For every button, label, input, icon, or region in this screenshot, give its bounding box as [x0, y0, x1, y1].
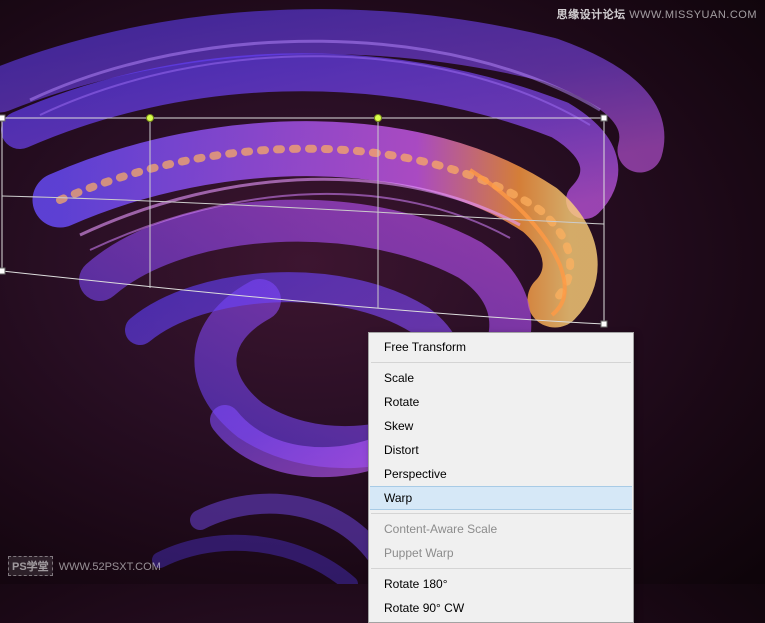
- menu-rotate-90-cw[interactable]: Rotate 90° CW: [370, 596, 632, 620]
- transform-handle-bl[interactable]: [0, 268, 6, 275]
- menu-distort[interactable]: Distort: [370, 438, 632, 462]
- watermark-brand: 思缘设计论坛: [557, 9, 626, 21]
- transform-handle-tr[interactable]: [601, 115, 608, 122]
- menu-rotate-180[interactable]: Rotate 180°: [370, 572, 632, 596]
- menu-scale[interactable]: Scale: [370, 366, 632, 390]
- menu-content-aware-scale: Content-Aware Scale: [370, 517, 632, 541]
- transform-handle-tl[interactable]: [0, 115, 6, 122]
- watermark-bottom-left: PS学堂 WWW.52PSXT.COM: [8, 556, 161, 576]
- watermark-url: WWW.MISSYUAN.COM: [629, 9, 757, 21]
- menu-warp[interactable]: Warp: [370, 486, 632, 510]
- warp-anchor-1[interactable]: [146, 114, 154, 122]
- transform-context-menu: Free Transform Scale Rotate Skew Distort…: [368, 332, 634, 623]
- menu-puppet-warp: Puppet Warp: [370, 541, 632, 565]
- watermark-brand-box: PS学堂: [8, 556, 53, 576]
- menu-separator: [371, 362, 631, 363]
- warp-anchor-2[interactable]: [374, 114, 382, 122]
- menu-rotate[interactable]: Rotate: [370, 390, 632, 414]
- menu-skew[interactable]: Skew: [370, 414, 632, 438]
- menu-free-transform[interactable]: Free Transform: [370, 335, 632, 359]
- menu-separator: [371, 568, 631, 569]
- transform-handle-br[interactable]: [601, 321, 608, 328]
- menu-perspective[interactable]: Perspective: [370, 462, 632, 486]
- watermark-url-bottom: WWW.52PSXT.COM: [59, 561, 161, 573]
- watermark-top-right: 思缘设计论坛 WWW.MISSYUAN.COM: [557, 6, 757, 22]
- menu-separator: [371, 513, 631, 514]
